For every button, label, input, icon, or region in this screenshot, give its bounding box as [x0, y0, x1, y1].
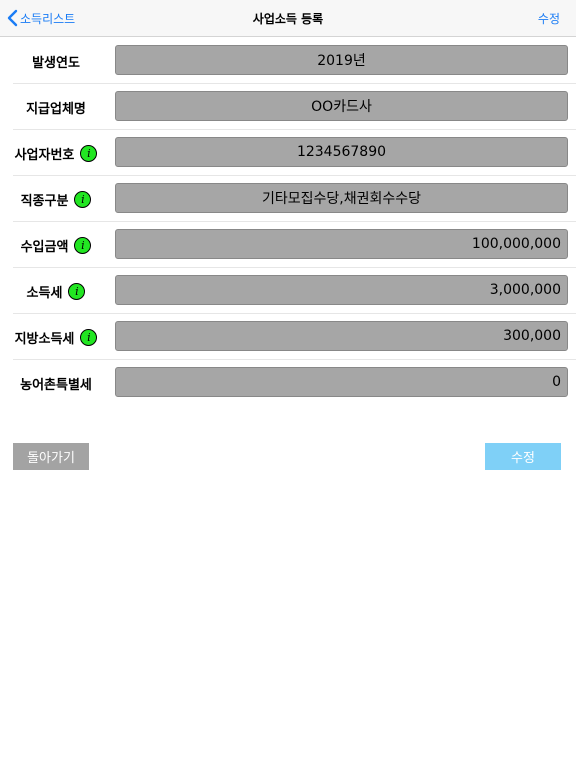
label-group: 발생연도 — [0, 38, 112, 84]
field-revenue-amount[interactable]: 100,000,000 — [115, 229, 568, 259]
form-row-local-income-tax: 지방소득세 i 300,000 — [0, 314, 576, 360]
info-icon[interactable]: i — [80, 144, 98, 162]
field-label: 지급업체명 — [26, 101, 86, 117]
field-local-income-tax[interactable]: 300,000 — [115, 321, 568, 351]
label-group: 농어촌특별세 — [0, 360, 112, 406]
field-income-tax[interactable]: 3,000,000 — [115, 275, 568, 305]
field-business-number[interactable]: 1234567890 — [115, 137, 568, 167]
info-icon[interactable]: i — [68, 282, 86, 300]
info-icon[interactable]: i — [74, 236, 92, 254]
form-row-year: 발생연도 2019년 — [0, 38, 576, 84]
income-form: 발생연도 2019년지급업체명 OO카드사사업자번호 i 1234567890 직종구분 i… — [0, 38, 576, 406]
label-group: 수입금액 i — [0, 222, 112, 268]
nav-edit-button[interactable]: 수정 — [538, 10, 560, 27]
page-title: 사업소득 등록 — [252, 12, 324, 26]
field-label: 수입금액 — [20, 239, 69, 255]
field-label: 지방소득세 — [14, 331, 75, 347]
form-row-rural-special-tax: 농어촌특별세 0 — [0, 360, 576, 406]
form-row-revenue-amount: 수입금액 i 100,000,000 — [0, 222, 576, 268]
field-year[interactable]: 2019년 — [115, 45, 568, 75]
label-group: 지급업체명 — [0, 84, 112, 130]
label-group: 사업자번호 i — [0, 130, 112, 176]
field-label: 발생연도 — [32, 55, 80, 71]
go-back-button[interactable]: 돌아가기 — [13, 443, 89, 470]
field-label: 소득세 — [26, 285, 63, 301]
form-row-job-type: 직종구분 i 기타모집수당,채권회수수당 — [0, 176, 576, 222]
info-icon[interactable]: i — [80, 328, 98, 346]
field-label: 농어촌특별세 — [20, 377, 92, 393]
field-job-type[interactable]: 기타모집수당,채권회수수당 — [115, 183, 568, 213]
form-row-income-tax: 소득세 i 3,000,000 — [0, 268, 576, 314]
field-rural-special-tax[interactable]: 0 — [115, 367, 568, 397]
field-label: 직종구분 — [20, 193, 69, 209]
label-group: 지방소득세 i — [0, 314, 112, 360]
field-label: 사업자번호 — [14, 147, 75, 163]
form-row-payer-name: 지급업체명 OO카드사 — [0, 84, 576, 130]
info-icon[interactable]: i — [74, 190, 92, 208]
edit-submit-button[interactable]: 수정 — [485, 443, 561, 470]
label-group: 직종구분 i — [0, 176, 112, 222]
label-group: 소득세 i — [0, 268, 112, 314]
field-payer-name[interactable]: OO카드사 — [115, 91, 568, 121]
form-row-business-number: 사업자번호 i 1234567890 — [0, 130, 576, 176]
navigation-bar: 소득리스트 사업소득 등록 수정 — [0, 0, 576, 37]
